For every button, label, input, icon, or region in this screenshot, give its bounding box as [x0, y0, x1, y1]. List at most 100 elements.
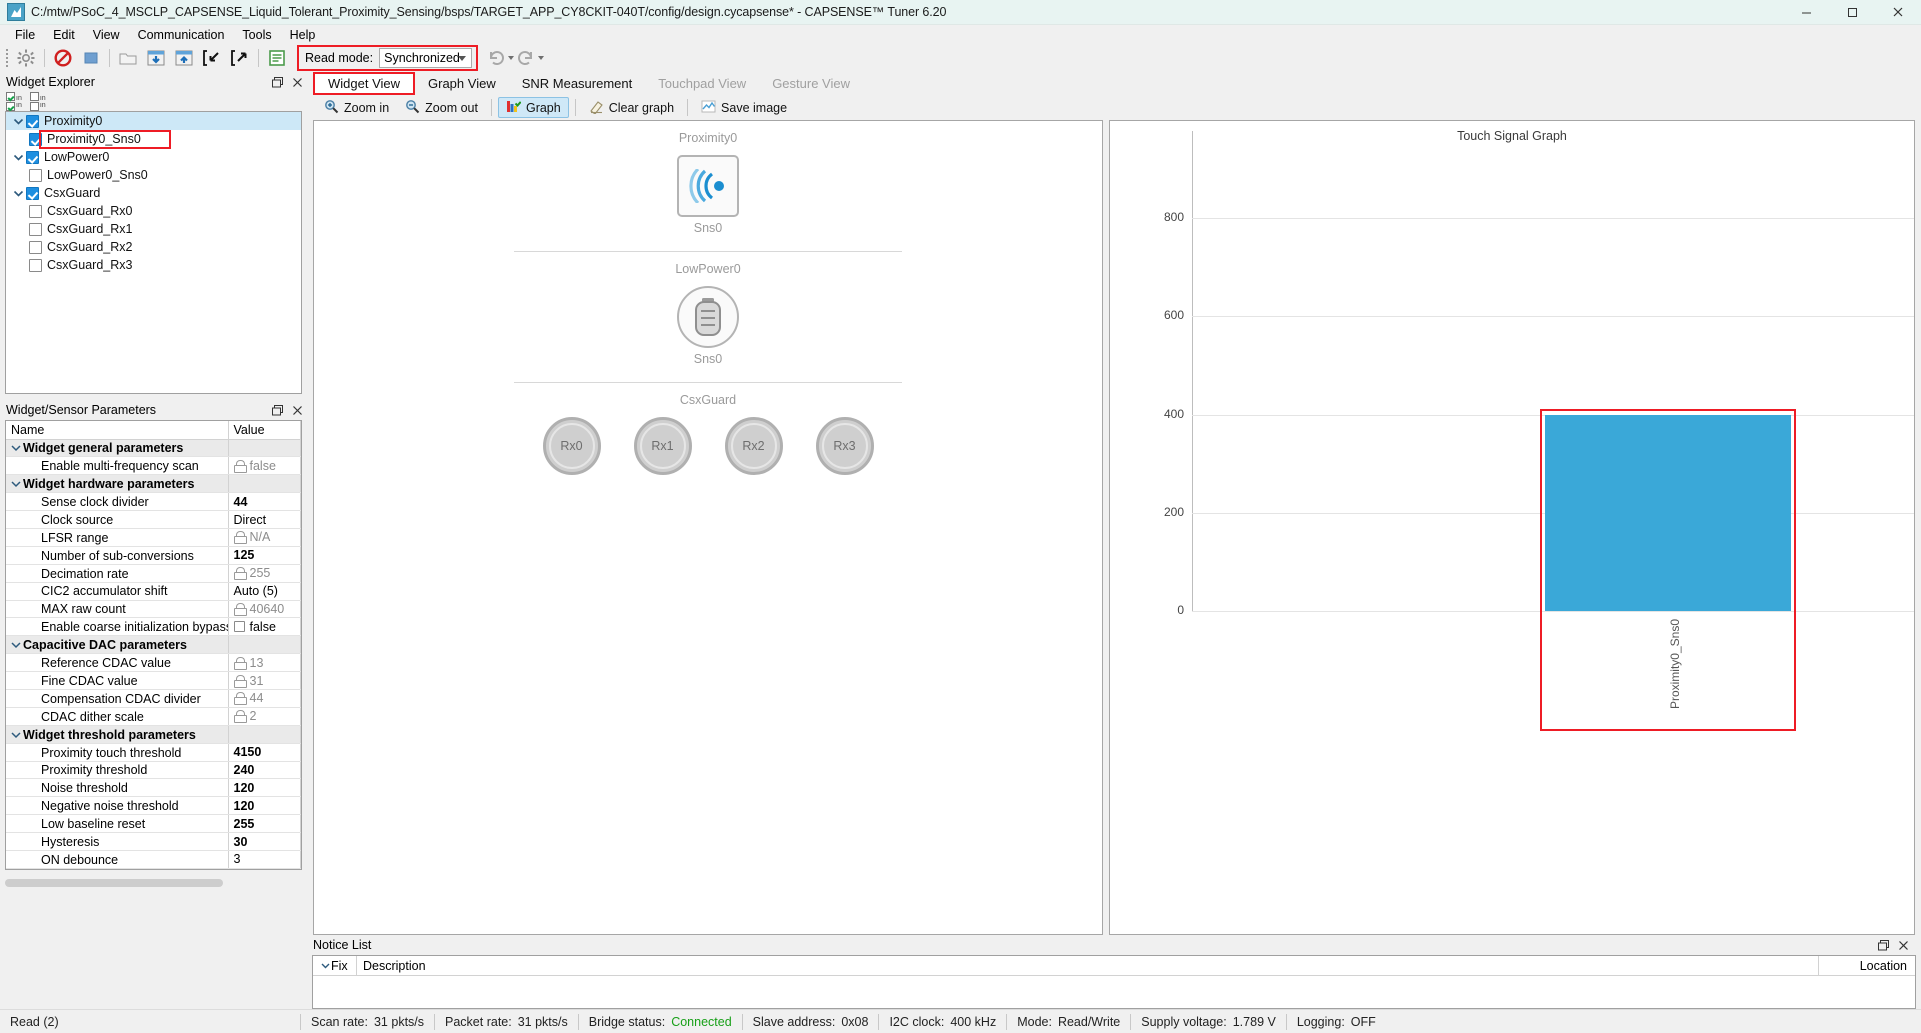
notice-list-close-button[interactable]: [1893, 936, 1913, 954]
tree-item-proximity0_sns0[interactable]: Proximity0_Sns0: [6, 130, 301, 148]
parameter-value[interactable]: Auto (5): [228, 582, 301, 601]
chevron-down-icon[interactable]: [10, 185, 26, 201]
import-icon[interactable]: [199, 46, 225, 70]
parameters-horizontal-scrollbar[interactable]: [5, 875, 302, 890]
chevron-down-icon[interactable]: [319, 961, 331, 970]
parameter-value[interactable]: 31: [228, 671, 301, 691]
parameter-row[interactable]: Clock source Direct: [6, 510, 301, 530]
tree-item-checkbox[interactable]: [29, 132, 42, 146]
column-header-value[interactable]: Value: [228, 421, 301, 440]
tree-item-checkbox[interactable]: [26, 114, 39, 128]
zoom-out-button[interactable]: Zoom out: [398, 97, 485, 118]
minimize-button[interactable]: [1783, 0, 1829, 25]
redo-button[interactable]: [516, 49, 545, 67]
parameter-row[interactable]: Low baseline reset 255: [6, 814, 301, 834]
menu-item-file[interactable]: File: [6, 26, 44, 44]
parameters-close-button[interactable]: [287, 401, 307, 419]
parameter-row[interactable]: Sense clock divider 44: [6, 492, 301, 512]
tree-item-checkbox[interactable]: [29, 240, 42, 254]
tree-item-lowpower0[interactable]: LowPower0: [6, 148, 301, 166]
widget-explorer-tree[interactable]: Proximity0 Proximity0_Sns0 LowPower0 LowPow…: [5, 111, 302, 395]
tree-item-csxguard_rx3[interactable]: CsxGuard_Rx3: [6, 256, 301, 274]
parameter-group-row[interactable]: Capacitive DAC parameters: [6, 635, 301, 655]
parameter-row[interactable]: MAX raw count 40640: [6, 600, 301, 619]
parameter-group-row[interactable]: Widget threshold parameters: [6, 725, 301, 744]
uncheck-all-icon[interactable]: ın ın: [29, 92, 46, 111]
parameter-value[interactable]: 120: [228, 796, 301, 816]
rx-circle-icon-rx2[interactable]: Rx2: [724, 417, 783, 475]
notice-list-table[interactable]: Fix Description Location: [312, 955, 1916, 1009]
parameter-value[interactable]: 4150: [228, 743, 301, 762]
parameter-row[interactable]: Proximity touch threshold 4150: [6, 743, 301, 762]
stop-icon[interactable]: [78, 46, 104, 70]
tree-item-checkbox[interactable]: [29, 168, 42, 182]
parameter-row[interactable]: Proximity threshold 240: [6, 761, 301, 780]
tree-item-csxguard_rx1[interactable]: CsxGuard_Rx1: [6, 220, 301, 238]
widget-explorer-float-button[interactable]: [267, 73, 287, 91]
clear-graph-button[interactable]: Clear graph: [582, 97, 681, 118]
parameter-value[interactable]: 13: [228, 653, 301, 673]
proximity-sensor-icon[interactable]: [677, 155, 739, 217]
tree-item-lowpower0_sns0[interactable]: LowPower0_Sns0: [6, 166, 301, 184]
tree-item-checkbox[interactable]: [29, 204, 42, 218]
parameter-value[interactable]: 30: [228, 832, 301, 852]
parameter-row[interactable]: Reference CDAC value 13: [6, 653, 301, 673]
chevron-down-icon[interactable]: [10, 113, 26, 129]
tree-item-checkbox[interactable]: [29, 222, 42, 236]
parameter-value[interactable]: 44: [228, 689, 301, 708]
parameter-value[interactable]: 255: [228, 814, 301, 834]
menu-item-edit[interactable]: Edit: [44, 26, 84, 44]
chevron-down-icon[interactable]: [538, 56, 545, 60]
parameter-value[interactable]: N/A: [228, 528, 301, 547]
menu-item-tools[interactable]: Tools: [233, 26, 280, 44]
tree-item-proximity0[interactable]: Proximity0: [6, 112, 301, 130]
parameter-group-row[interactable]: Widget general parameters: [6, 439, 301, 458]
touch-signal-graph-pane[interactable]: Touch Signal Graph 0 200 400 600 800 Proximit…: [1109, 120, 1915, 935]
close-button[interactable]: [1875, 0, 1921, 25]
parameter-value[interactable]: 255: [228, 564, 301, 583]
column-header-name[interactable]: Name: [6, 421, 229, 440]
apply-to-project-icon[interactable]: [171, 46, 197, 70]
parameter-row[interactable]: CDAC dither scale 2: [6, 707, 301, 726]
parameter-value[interactable]: 3: [228, 850, 301, 869]
save-image-button[interactable]: Save image: [694, 97, 794, 118]
parameter-value[interactable]: 40640: [228, 600, 301, 619]
zoom-in-button[interactable]: Zoom in: [317, 97, 396, 118]
bar-0[interactable]: [1545, 414, 1791, 611]
graph-toggle-button[interactable]: Graph: [497, 97, 569, 118]
parameter-row[interactable]: CIC2 accumulator shift Auto (5): [6, 582, 301, 601]
parameters-float-button[interactable]: [267, 401, 287, 419]
chevron-down-icon[interactable]: [9, 479, 23, 489]
parameter-value[interactable]: 120: [228, 778, 301, 798]
parameter-row[interactable]: Number of sub-conversions 125: [6, 546, 301, 565]
parameter-value[interactable]: 240: [228, 761, 301, 780]
tree-item-csxguard_rx0[interactable]: CsxGuard_Rx0: [6, 202, 301, 220]
rx-circle-icon-rx3[interactable]: Rx3: [815, 417, 874, 475]
parameter-group-row[interactable]: Widget hardware parameters: [6, 474, 301, 494]
graph-plot-area[interactable]: 0 200 400 600 800 Proximity0_Sns0: [1110, 121, 1914, 934]
parameter-row[interactable]: Enable coarse initialization bypass false: [6, 617, 301, 637]
parameter-row[interactable]: Fine CDAC value 31: [6, 671, 301, 691]
parameter-value[interactable]: false: [228, 617, 301, 637]
parameter-row[interactable]: Decimation rate 255: [6, 564, 301, 583]
parameter-value[interactable]: 44: [228, 492, 301, 512]
notice-column-fix[interactable]: Fix: [313, 955, 357, 976]
check-all-icon[interactable]: ın ın: [6, 92, 22, 111]
tab-widget-view[interactable]: Widget View: [313, 72, 416, 95]
toolbar-grip[interactable]: [4, 48, 10, 68]
parameter-value[interactable]: false: [228, 456, 301, 476]
parameter-checkbox[interactable]: [233, 620, 245, 632]
notice-list-float-button[interactable]: [1873, 936, 1893, 954]
scrollbar-thumb[interactable]: [5, 878, 223, 887]
widget-sensor-parameters-grid[interactable]: Name Value Widget general parameters Enab…: [5, 420, 302, 870]
battery-icon[interactable]: [677, 286, 739, 348]
parameter-row[interactable]: Hysteresis 30: [6, 832, 301, 852]
chevron-down-icon[interactable]: [9, 640, 23, 650]
tree-item-checkbox[interactable]: [26, 150, 39, 164]
chevron-down-icon[interactable]: [9, 443, 23, 453]
parameter-value[interactable]: Direct: [228, 510, 301, 530]
parameter-row[interactable]: Negative noise threshold 120: [6, 796, 301, 816]
export-icon[interactable]: [227, 46, 253, 70]
parameter-row[interactable]: Compensation CDAC divider 44: [6, 689, 301, 708]
tab-snr-measurement[interactable]: SNR Measurement: [508, 72, 646, 95]
